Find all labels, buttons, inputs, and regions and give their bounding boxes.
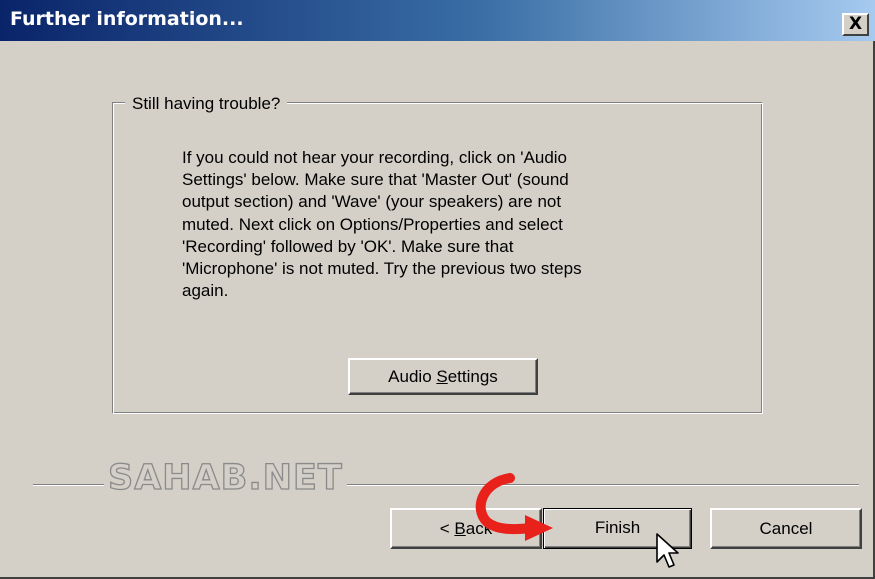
watermark-text: SAHAB.NET — [104, 457, 347, 499]
cancel-button[interactable]: Cancel — [710, 508, 862, 549]
audio-settings-label-post: ettings — [447, 367, 498, 386]
audio-settings-label-pre: Audio — [388, 367, 437, 386]
audio-settings-button[interactable]: Audio Settings — [348, 358, 538, 395]
cancel-label: Cancel — [759, 519, 813, 538]
audio-settings-mnemonic: S — [436, 367, 448, 386]
close-button[interactable]: X — [842, 13, 869, 36]
window-title: Further information... — [10, 8, 244, 30]
title-bar[interactable]: Further information... X — [0, 0, 875, 41]
close-icon: X — [848, 14, 863, 34]
finish-label: Finish — [594, 518, 641, 537]
mouse-pointer-icon — [656, 533, 679, 568]
wizard-dialog: Further information... X Still having tr… — [0, 0, 875, 579]
back-label-pre: < — [439, 519, 455, 538]
groupbox-legend: Still having trouble? — [125, 94, 288, 114]
help-message: If you could not hear your recording, cl… — [182, 148, 582, 301]
red-curved-arrow-icon — [475, 473, 553, 541]
